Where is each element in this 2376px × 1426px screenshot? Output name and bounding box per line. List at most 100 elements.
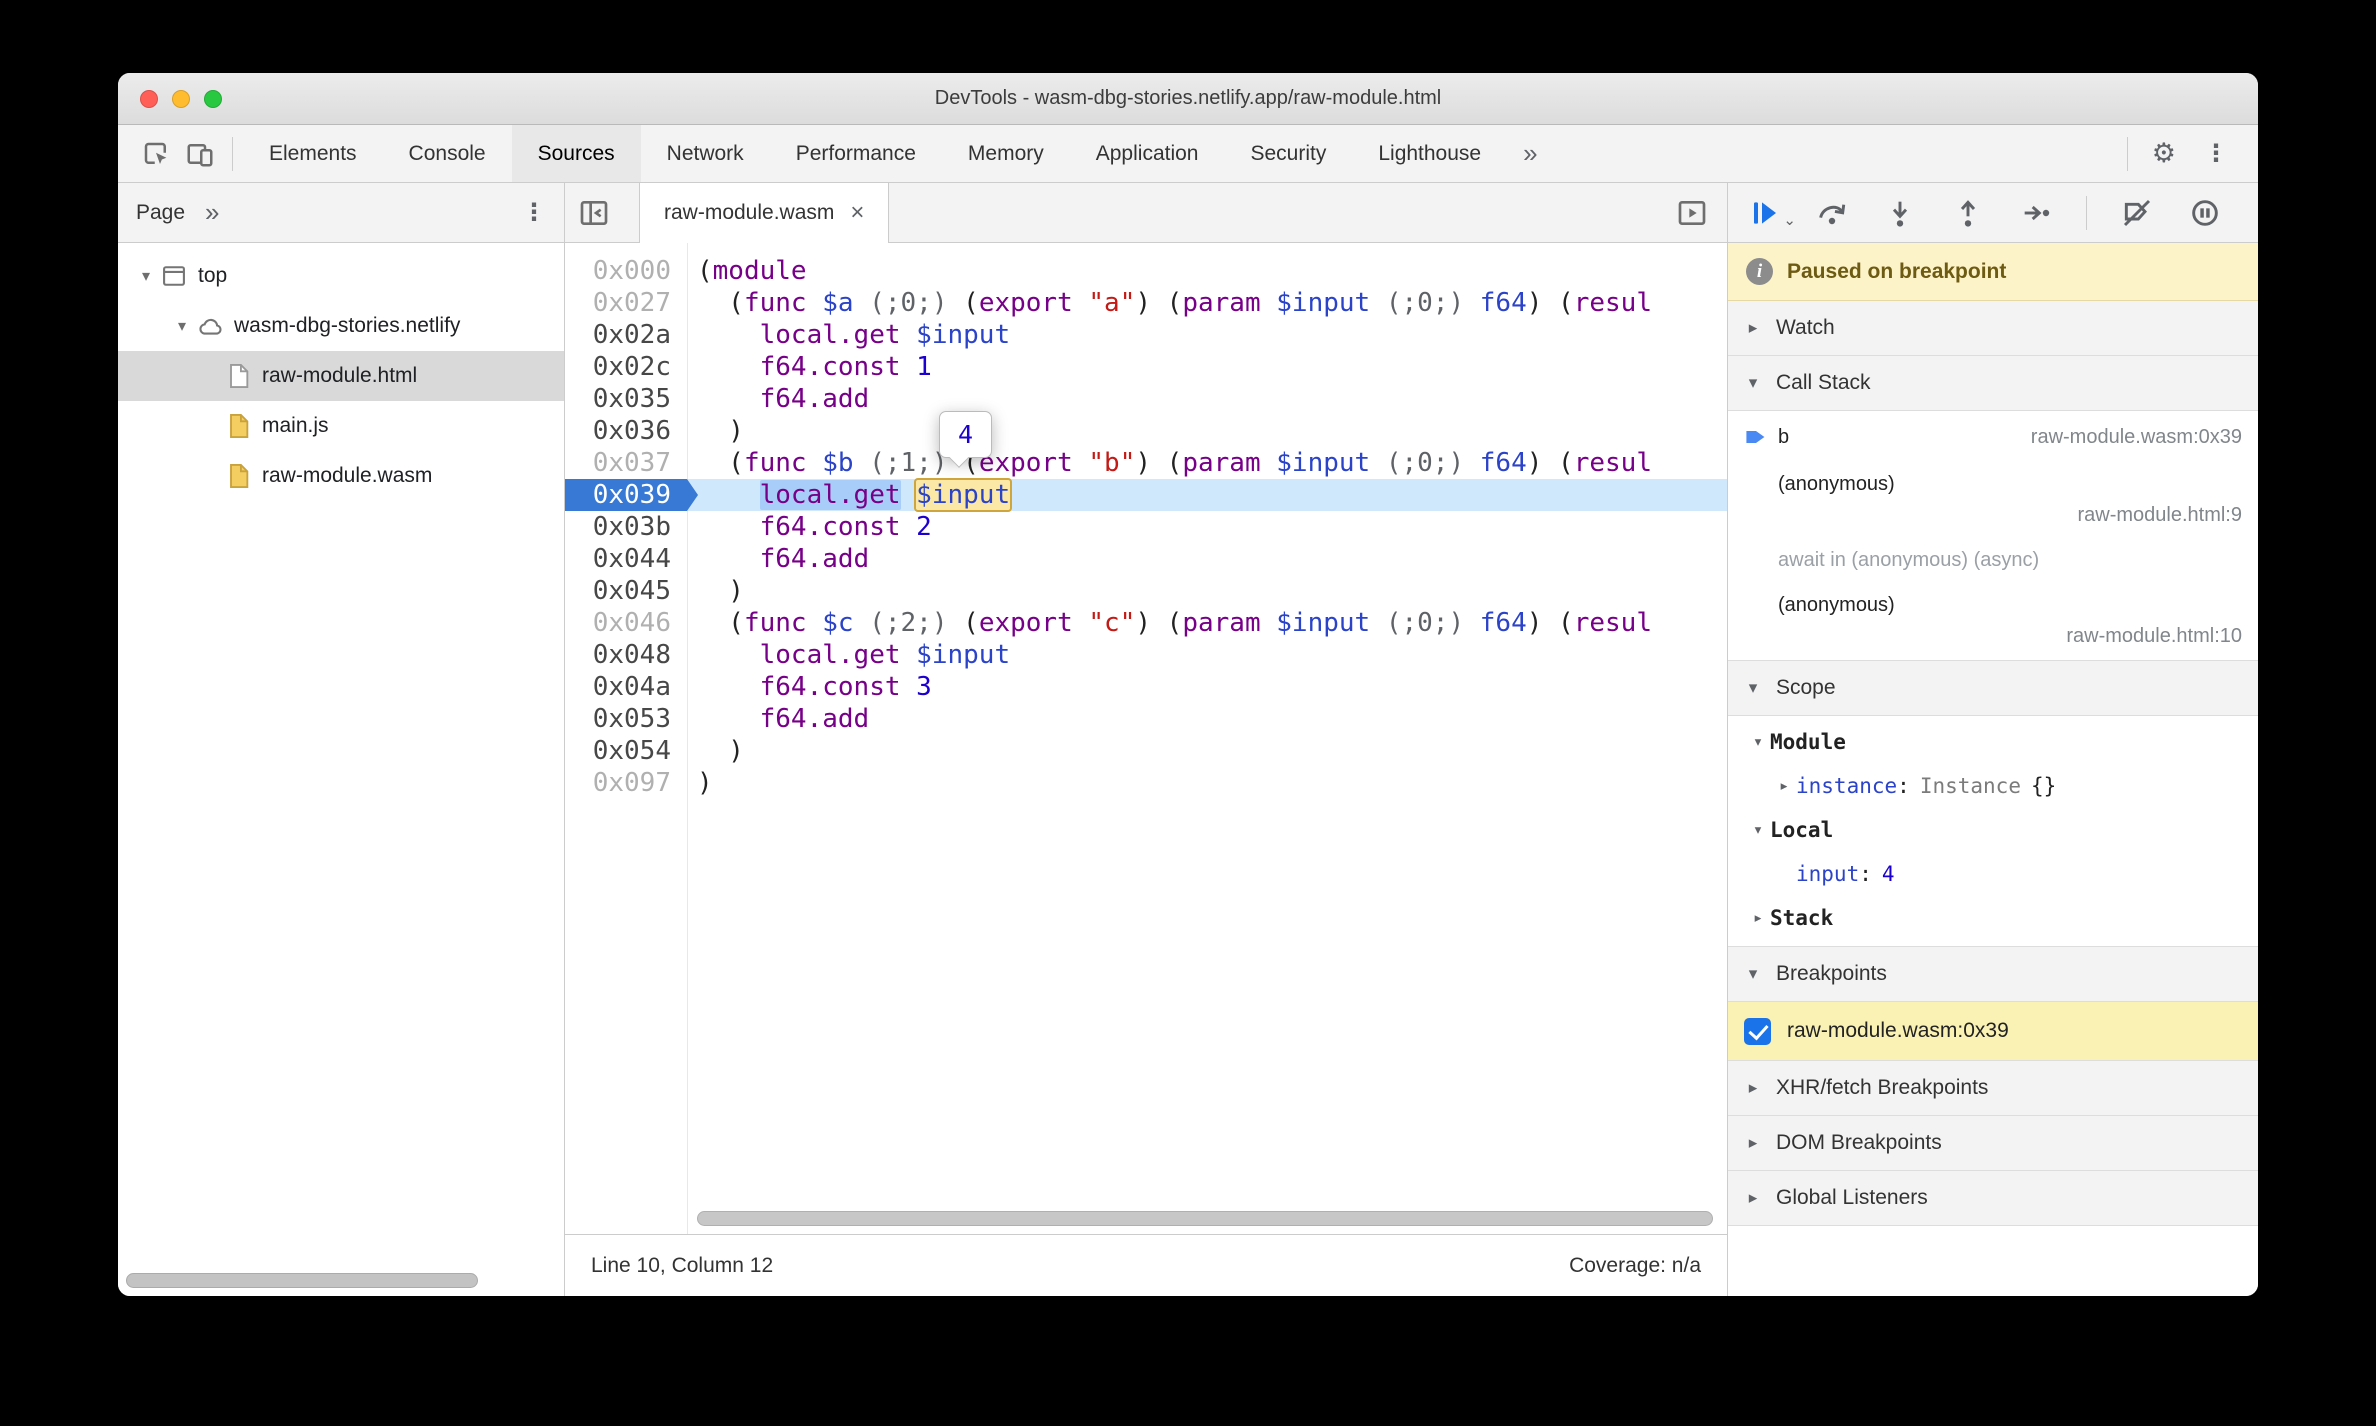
step-button[interactable] [2018,195,2054,231]
section-xhr-fetch-breakpoints[interactable]: ▸ XHR/fetch Breakpoints [1728,1061,2258,1116]
scope-group-local[interactable]: ▾ Local [1728,808,2258,852]
code-text: (func $a (;0;) (export "a") (param $inpu… [697,288,1652,318]
more-panels-chevron[interactable]: » [1507,138,1553,169]
step-out-button[interactable] [1950,195,1986,231]
section-global-listeners[interactable]: ▸ Global Listeners [1728,1171,2258,1226]
tab-elements[interactable]: Elements [243,125,383,182]
line-address[interactable]: 0x046 [565,607,687,639]
line-address[interactable]: 0x035 [565,383,687,415]
call-stack-list: b raw-module.wasm:0x39 (anonymous) raw-modu… [1728,411,2258,661]
tab-security[interactable]: Security [1224,125,1352,182]
tree-item-raw-module-html[interactable]: raw-module.html [118,351,564,401]
line-address[interactable]: 0x053 [565,703,687,735]
disclosure-triangle-icon[interactable]: ▾ [170,316,194,336]
tab-lighthouse[interactable]: Lighthouse [1352,125,1507,182]
line-address[interactable]: 0x000 [565,255,687,287]
file-tree: ▾ top ▾ wasm-dbg-stories.netlify raw-module.… [118,243,564,1296]
customize-menu-icon[interactable]: ⋮ [2190,139,2242,168]
frame-location: raw-module.html:10 [2066,625,2242,647]
inspect-icon[interactable] [134,132,178,176]
section-scope[interactable]: ▾ Scope [1728,661,2258,716]
disclosure-triangle-icon[interactable]: ▾ [134,266,158,286]
devtools-content: Page » ⋮ ▾ top ▾ wasm-dbg-stories.netlify ra… [118,183,2258,1296]
cloud-icon [194,312,226,340]
tree-item-main-js[interactable]: main.js [118,401,564,451]
line-address[interactable]: 0x02c [565,351,687,383]
tree-item-label: raw-module.html [262,364,418,387]
code-line: 0x045 ) [565,575,1727,607]
navigator-more-tabs-chevron[interactable]: » [205,197,219,228]
tree-item-label: wasm-dbg-stories.netlify [234,314,461,337]
tree-item-label: top [198,264,228,287]
tab-performance[interactable]: Performance [770,125,942,182]
breakpoint-entry[interactable]: raw-module.wasm:0x39 [1728,1002,2258,1060]
pause-on-exceptions-button[interactable] [2187,195,2223,231]
collapsed-triangle-icon: ▸ [1778,776,1790,796]
tree-item-label: raw-module.wasm [262,464,433,487]
scope-property-instance[interactable]: ▸ instance: Instance{} [1728,764,2258,808]
tab-memory[interactable]: Memory [942,125,1070,182]
line-address[interactable]: 0x027 [565,287,687,319]
code-line: 0x000 (module [565,255,1727,287]
step-over-button[interactable] [1814,195,1850,231]
section-breakpoints[interactable]: ▾ Breakpoints [1728,947,2258,1002]
line-address[interactable]: 0x097 [565,767,687,799]
call-stack-frame[interactable]: (anonymous) raw-module.html:9 [1728,463,2258,539]
navigator-kebab-menu-icon[interactable]: ⋮ [522,198,546,227]
tab-page[interactable]: Page [136,201,185,225]
scope-property-input[interactable]: input:4 [1728,852,2258,896]
line-address[interactable]: 0x048 [565,639,687,671]
tab-network[interactable]: Network [641,125,770,182]
scope-group-module[interactable]: ▾ Module [1728,720,2258,764]
breakpoint-checkbox[interactable] [1744,1017,1771,1045]
section-call-stack[interactable]: ▾ Call Stack [1728,356,2258,411]
line-address[interactable]: 0x04a [565,671,687,703]
property-name: instance [1796,774,1898,798]
tree-item-top[interactable]: ▾ top [118,251,564,301]
editor-horizontal-scrollbar[interactable] [697,1211,1713,1226]
code-line: 0x036 ) [565,415,1727,447]
expanded-triangle-icon: ▾ [1752,732,1764,752]
navigator-horizontal-scrollbar[interactable] [126,1273,478,1288]
section-watch[interactable]: ▸ Watch [1728,301,2258,356]
resume-button[interactable]: ⌄ [1746,195,1796,231]
call-stack-frame[interactable]: b raw-module.wasm:0x39 [1728,411,2258,463]
property-value: {} [2030,774,2057,798]
minimize-window-button[interactable] [172,89,190,108]
scope-group-stack[interactable]: ▸ Stack [1728,896,2258,940]
line-address[interactable]: 0x045 [565,575,687,607]
call-stack-frame[interactable]: (anonymous) raw-module.html:10 [1728,584,2258,660]
file-tab-raw-module-wasm[interactable]: raw-module.wasm × [639,183,890,243]
line-address[interactable]: 0x054 [565,735,687,767]
code-line: 0x048 local.get $input [565,639,1727,671]
section-title: Call Stack [1776,371,1871,394]
deactivate-breakpoints-button[interactable] [2119,195,2155,231]
zoom-window-button[interactable] [204,89,222,108]
step-into-button[interactable] [1882,195,1918,231]
toolbar-divider [232,136,233,171]
tree-item-raw-module-wasm[interactable]: raw-module.wasm [118,451,564,501]
tree-item-wasm-dbg-stories-netlify[interactable]: ▾ wasm-dbg-stories.netlify [118,301,564,351]
evaluated-token[interactable]: $input [914,478,1013,512]
device-toolbar-icon[interactable] [178,132,222,176]
tab-application[interactable]: Application [1070,125,1225,182]
close-window-button[interactable] [140,89,158,108]
toggle-debugger-sidebar-icon[interactable] [1663,183,1721,242]
line-address[interactable]: 0x036 [565,415,687,447]
settings-gear-icon[interactable]: ⚙ [2138,138,2190,169]
tab-console[interactable]: Console [383,125,512,182]
editor-tab-bar: raw-module.wasm × [565,183,1727,243]
close-tab-icon[interactable]: × [850,201,864,225]
toggle-navigator-icon[interactable] [565,183,623,242]
code-text: f64.add [759,384,870,414]
section-dom-breakpoints[interactable]: ▸ DOM Breakpoints [1728,1116,2258,1171]
scope-group-name: Module [1770,730,1846,754]
line-address[interactable]: 0x03b [565,511,687,543]
tab-sources[interactable]: Sources [511,125,641,182]
code-text: (module [697,256,807,286]
line-address[interactable]: 0x037 [565,447,687,479]
line-address[interactable]: 0x044 [565,543,687,575]
resume-options-caret[interactable]: ⌄ [1783,211,1796,229]
line-address[interactable]: 0x039 [565,479,698,511]
line-address[interactable]: 0x02a [565,319,687,351]
